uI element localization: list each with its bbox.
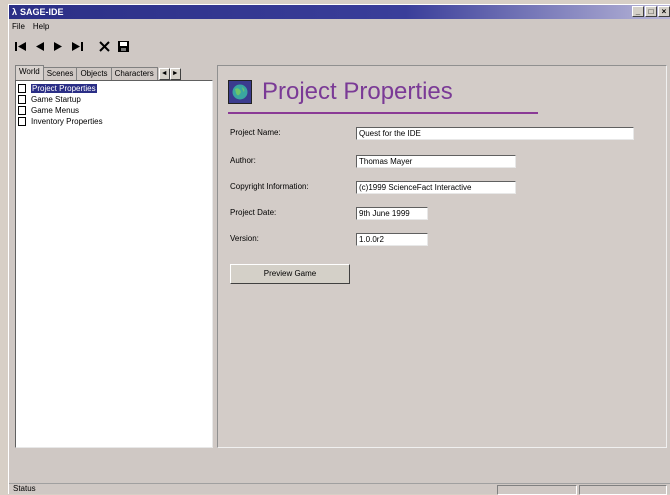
document-icon [18, 95, 26, 104]
title-bar[interactable]: λ SAGE-IDE _ □ × [9, 5, 670, 19]
tab-scroll-right-icon[interactable]: ► [169, 68, 181, 80]
last-icon[interactable] [70, 38, 85, 54]
tree-view[interactable]: Project Properties Game Startup Game Men… [15, 80, 213, 448]
properties-panel: Project Properties Project Name: Quest f… [217, 65, 667, 448]
status-text: Status [13, 484, 36, 493]
app-icon: λ [12, 7, 18, 17]
toolbar [9, 35, 670, 57]
author-field[interactable]: Thomas Mayer [356, 155, 516, 168]
author-label: Author: [230, 156, 256, 165]
project-name-field[interactable]: Quest for the IDE [356, 127, 634, 140]
maximize-button[interactable]: □ [645, 6, 657, 17]
menu-file[interactable]: File [12, 22, 25, 31]
window-title: SAGE-IDE [20, 7, 64, 17]
tab-strip: World Scenes Objects Characters ◄ ► [15, 65, 215, 80]
tree-item-label: Project Properties [31, 84, 97, 93]
tab-characters[interactable]: Characters [110, 67, 158, 80]
window-controls: _ □ × [632, 6, 670, 17]
first-icon[interactable] [13, 38, 28, 54]
project-date-label: Project Date: [230, 208, 277, 217]
menu-help[interactable]: Help [33, 22, 49, 31]
close-button[interactable]: × [658, 6, 670, 17]
title-divider [228, 112, 538, 114]
delete-icon[interactable] [97, 38, 112, 54]
tab-scroll-left-icon[interactable]: ◄ [158, 68, 170, 80]
document-icon [18, 117, 26, 126]
next-icon[interactable] [51, 38, 66, 54]
save-icon[interactable] [116, 38, 131, 54]
project-date-field[interactable]: 9th June 1999 [356, 207, 428, 220]
globe-icon [228, 80, 252, 104]
project-name-label: Project Name: [230, 128, 281, 137]
menu-bar: File Help [9, 20, 670, 33]
minimize-button[interactable]: _ [632, 6, 644, 17]
tree-item-inventory-properties[interactable]: Inventory Properties [18, 116, 210, 127]
tree-item-label: Game Menus [31, 106, 80, 115]
tab-scroll: ◄ ► [158, 68, 181, 80]
version-field[interactable]: 1.0.0r2 [356, 233, 428, 246]
previous-icon[interactable] [32, 38, 47, 54]
tab-scenes[interactable]: Scenes [42, 67, 78, 80]
copyright-field[interactable]: (c)1999 ScienceFact Interactive [356, 181, 516, 194]
main-window: λ SAGE-IDE _ □ × File Help World Scenes … [8, 4, 670, 495]
tree-item-game-menus[interactable]: Game Menus [18, 105, 210, 116]
tab-objects[interactable]: Objects [76, 67, 112, 80]
page-title: Project Properties [262, 78, 453, 105]
tree-item-game-startup[interactable]: Game Startup [18, 94, 210, 105]
tree-item-label: Game Startup [31, 95, 81, 104]
tree-item-project-properties[interactable]: Project Properties [18, 83, 210, 94]
document-icon [18, 106, 26, 115]
status-bar: Status [9, 483, 670, 495]
tree-item-label: Inventory Properties [31, 117, 103, 126]
document-icon [18, 84, 26, 93]
copyright-label: Copyright Information: [230, 182, 309, 191]
page-header: Project Properties [228, 78, 453, 106]
preview-game-button[interactable]: Preview Game [230, 264, 350, 284]
tab-world[interactable]: World [15, 65, 44, 80]
version-label: Version: [230, 234, 259, 243]
